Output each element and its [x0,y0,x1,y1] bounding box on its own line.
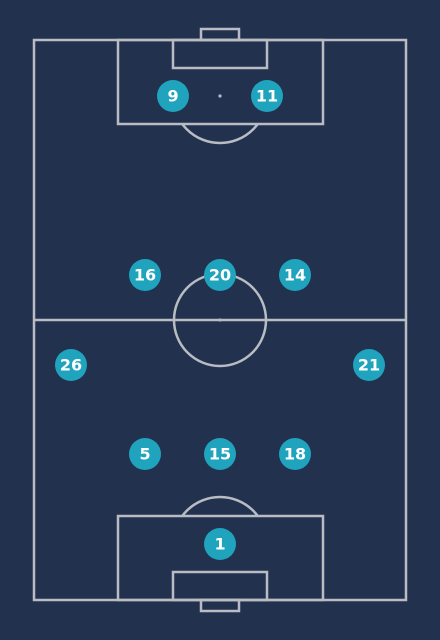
bottom-goal-area [171,570,269,602]
player-number: 26 [60,356,82,375]
player-number: 15 [209,445,231,464]
player-number: 11 [256,87,278,106]
player-marker[interactable]: 14 [279,259,311,291]
player-marker[interactable]: 20 [204,259,236,291]
top-penalty-spot [218,94,222,98]
player-marker[interactable]: 18 [279,438,311,470]
player-number: 18 [284,445,306,464]
player-marker[interactable]: 15 [204,438,236,470]
player-number: 1 [214,535,225,554]
player-number: 20 [209,266,231,285]
player-number: 9 [167,87,178,106]
player-marker[interactable]: 9 [157,80,189,112]
player-marker[interactable]: 11 [251,80,283,112]
top-goal-area [171,38,269,70]
player-marker[interactable]: 26 [55,349,87,381]
player-marker[interactable]: 1 [204,528,236,560]
player-number: 21 [358,356,380,375]
player-number: 5 [139,445,150,464]
football-pitch: 9 11 16 20 14 26 21 5 15 18 1 [32,27,408,613]
player-marker[interactable]: 5 [129,438,161,470]
top-penalty-area [116,38,325,126]
player-marker[interactable]: 21 [353,349,385,381]
bottom-goal [199,598,241,613]
centre-spot [218,318,222,322]
player-number: 16 [134,266,156,285]
player-number: 14 [284,266,306,285]
top-goal [199,27,241,42]
player-marker[interactable]: 16 [129,259,161,291]
